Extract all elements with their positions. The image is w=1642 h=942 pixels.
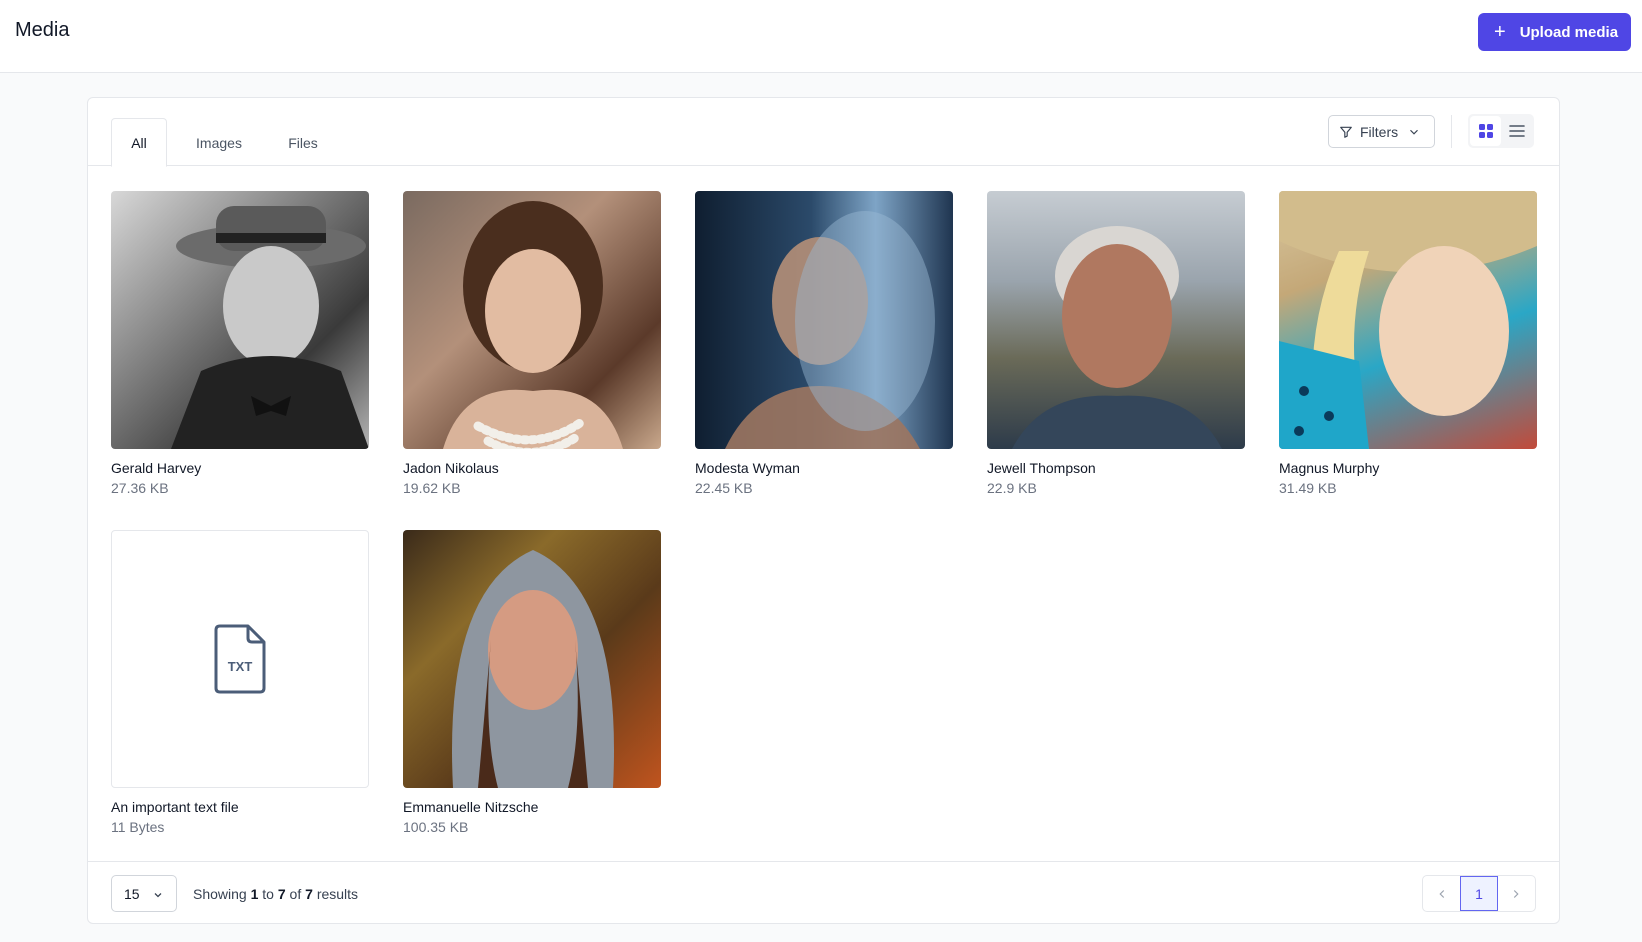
page-title: Media (15, 19, 70, 41)
file-type-badge: TXT (227, 659, 253, 674)
tab-all[interactable]: All (111, 118, 167, 167)
media-card[interactable]: Modesta Wyman 22.45 KB (695, 191, 953, 496)
pagination-footer: 15 Showing 1 to 7 of 7 results 1 (88, 861, 1559, 924)
media-card[interactable]: Gerald Harvey 27.36 KB (111, 191, 369, 496)
tab-images[interactable]: Images (179, 118, 259, 167)
media-size: 11 Bytes (111, 819, 165, 835)
media-thumbnail[interactable] (403, 191, 661, 449)
portrait-image (443, 201, 623, 449)
media-name: Emmanuelle Nitzsche (403, 799, 539, 815)
chevron-down-icon (154, 893, 162, 898)
portrait-image (1012, 226, 1222, 449)
plus-icon: + (1494, 21, 1506, 43)
media-size: 22.45 KB (695, 480, 753, 496)
showing-prefix: Showing (193, 886, 247, 902)
media-card[interactable]: Jewell Thompson 22.9 KB (987, 191, 1245, 496)
portrait-image (725, 211, 935, 449)
tab-files-label: Files (288, 134, 318, 151)
top-bar: Media + Upload media (0, 0, 1642, 73)
media-card[interactable]: TXT An important text file 11 Bytes (111, 530, 369, 835)
grid-view-button[interactable] (1470, 116, 1501, 146)
portrait-image (1279, 191, 1537, 449)
media-name: Modesta Wyman (695, 460, 800, 476)
filter-icon (1340, 126, 1352, 138)
upload-media-button[interactable]: + Upload media (1478, 13, 1631, 51)
media-thumbnail[interactable] (1279, 191, 1537, 449)
portrait-image (171, 206, 369, 449)
media-thumbnail[interactable] (695, 191, 953, 449)
tab-files[interactable]: Files (271, 118, 335, 167)
portrait-image (452, 550, 614, 788)
view-toggle (1468, 114, 1534, 148)
toolbar-divider (1451, 115, 1452, 148)
media-card[interactable]: Emmanuelle Nitzsche 100.35 KB (403, 530, 661, 835)
filters-button[interactable]: Filters (1328, 115, 1435, 148)
media-size: 100.35 KB (403, 819, 469, 835)
media-name: Magnus Murphy (1279, 460, 1380, 476)
to-word: to (262, 886, 274, 902)
chevron-left-icon (1439, 889, 1444, 898)
per-page-select[interactable]: 15 (111, 875, 177, 912)
results-summary: Showing 1 to 7 of 7 results (193, 886, 358, 902)
media-thumbnail[interactable] (111, 191, 369, 449)
tab-all-label: All (131, 134, 147, 151)
filters-label: Filters (1360, 123, 1399, 140)
media-size: 22.9 KB (987, 480, 1037, 496)
chevron-right-icon (1514, 889, 1519, 898)
tabs-bar: All Images Files Filters (88, 98, 1559, 167)
previous-page-button[interactable] (1423, 876, 1460, 911)
tab-images-label: Images (196, 134, 242, 151)
results-from: 1 (250, 886, 259, 902)
pagination: 1 (1422, 875, 1536, 912)
per-page-value: 15 (124, 885, 140, 902)
media-thumbnail[interactable] (403, 530, 661, 788)
media-panel: All Images Files Filters Gerald Harvey 2… (87, 97, 1560, 924)
results-to: 7 (277, 886, 286, 902)
media-name: Jewell Thompson (987, 460, 1096, 476)
media-size: 31.49 KB (1279, 480, 1337, 496)
of-word: of (289, 886, 302, 902)
chevron-down-icon (1410, 129, 1419, 135)
page-button-current[interactable]: 1 (1460, 876, 1498, 911)
list-icon (1508, 125, 1525, 137)
list-view-button[interactable] (1501, 116, 1532, 146)
media-name: Jadon Nikolaus (403, 460, 499, 476)
media-name: Gerald Harvey (111, 460, 202, 476)
media-size: 19.62 KB (403, 480, 461, 496)
results-word: results (316, 886, 359, 902)
media-thumbnail[interactable]: TXT (111, 530, 369, 788)
next-page-button[interactable] (1498, 876, 1535, 911)
media-size: 27.36 KB (111, 480, 169, 496)
media-card[interactable]: Magnus Murphy 31.49 KB (1279, 191, 1537, 496)
media-card[interactable]: Jadon Nikolaus 19.62 KB (403, 191, 661, 496)
upload-media-label: Upload media (1519, 23, 1619, 41)
media-name: An important text file (111, 799, 239, 815)
results-total: 7 (305, 886, 313, 902)
grid-icon (1478, 124, 1493, 138)
media-thumbnail[interactable] (987, 191, 1245, 449)
